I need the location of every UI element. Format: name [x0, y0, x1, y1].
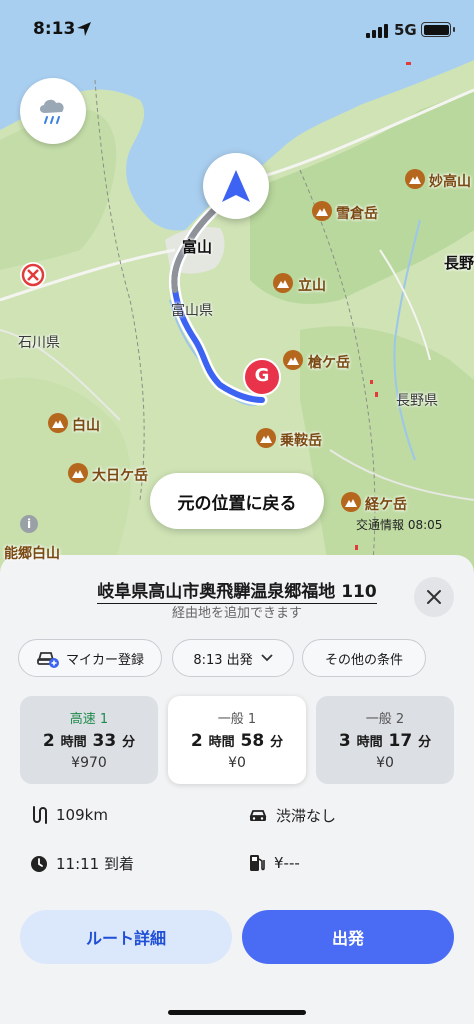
traffic-status: 渋滞なし: [248, 805, 336, 826]
chevron-down-icon: [261, 654, 273, 662]
route-type: 一般 2: [365, 712, 405, 727]
map-label-yukikura: 雪倉岳: [336, 206, 378, 222]
navigation-arrow-icon: [222, 170, 250, 202]
map-label-tateyama: 立山: [298, 278, 326, 294]
fuel-pump-icon: [250, 855, 265, 871]
mountain-icon: [341, 492, 361, 512]
departure-time-label: 8:13 出発: [193, 652, 253, 668]
goal-marker-icon[interactable]: G: [240, 357, 284, 401]
mountain-icon: [68, 463, 88, 483]
close-button[interactable]: [414, 577, 454, 617]
start-button[interactable]: 出発: [242, 910, 454, 964]
route-duration: 3 時間 17 分: [338, 731, 432, 751]
route-detail-button[interactable]: ルート詳細: [20, 910, 232, 964]
goal-marker-label: G: [254, 365, 270, 386]
route-duration: 2 時間 33 分: [42, 731, 136, 751]
route-duration: 2 時間 58 分: [190, 731, 284, 751]
departure-time-chip[interactable]: 8:13 出発: [172, 639, 294, 677]
road-closed-icon: [20, 262, 46, 288]
other-conditions-chip[interactable]: その他の条件: [302, 639, 426, 677]
fuel-cost: ¥---: [248, 853, 300, 873]
map-label-hakusan: 白山: [72, 418, 100, 434]
mountain-icon: [283, 350, 303, 370]
mountain-icon: [273, 273, 293, 293]
map-label-ishikawa-pref: 石川県: [18, 335, 60, 351]
map-label-yarigatake: 槍ケ岳: [308, 355, 350, 371]
mountain-icon: [256, 428, 276, 448]
traffic-icon: [249, 809, 267, 821]
status-time: 8:13: [33, 19, 76, 39]
route-fare: ¥970: [71, 755, 107, 771]
home-indicator[interactable]: [168, 1010, 306, 1015]
destination-title[interactable]: 岐阜県高山市奥飛騨温泉郷福地 110: [0, 577, 474, 604]
route-distance: 109km: [30, 805, 108, 825]
map-label-norikura: 乗鞍岳: [280, 433, 322, 449]
network-type: 5G: [394, 21, 417, 39]
rain-cloud-icon: [39, 99, 64, 124]
route-option-general-1[interactable]: 一般 1 2 時間 58 分 ¥0: [168, 696, 306, 784]
status-bar: 8:13 5G: [0, 0, 474, 58]
weather-rain-button[interactable]: [20, 78, 86, 144]
close-icon: [427, 590, 441, 604]
destination-text[interactable]: 岐阜県高山市奥飛騨温泉郷福地 110: [97, 582, 377, 604]
route-option-general-2[interactable]: 一般 2 3 時間 17 分 ¥0: [316, 696, 454, 784]
route-type: 一般 1: [217, 712, 257, 727]
map-label-dainichi: 大日ケ岳: [92, 468, 148, 484]
clock-icon: [31, 855, 47, 872]
cellular-signal-icon: [366, 24, 388, 38]
route-fare: ¥0: [228, 755, 246, 771]
location-arrow-icon: [77, 22, 91, 36]
register-car-label: マイカー登録: [65, 652, 144, 668]
car-add-icon: [37, 652, 59, 668]
map-label-kyogatake: 経ケ岳: [365, 497, 407, 513]
route-type: 高速 1: [69, 712, 109, 727]
add-waypoint-hint[interactable]: 経由地を追加できます: [0, 602, 474, 621]
battery-icon: [421, 22, 455, 37]
map-view[interactable]: 8:13 5G 富山 富山県 石川県 長野県 長野 妙高山 雪倉岳 立山 槍ケ岳…: [0, 0, 474, 575]
distance-icon: [33, 806, 47, 824]
map-label-nogo: 能郷白山: [4, 546, 60, 562]
return-to-location-button[interactable]: 元の位置に戻る: [150, 473, 324, 529]
traffic-info-timestamp: 交通情報 08:05: [356, 518, 443, 532]
route-sheet: 岐阜県高山市奥飛騨温泉郷福地 110 経由地を追加できます マイカー登録 8:1…: [0, 555, 474, 1024]
mountain-icon: [312, 201, 332, 221]
route-option-highway-1[interactable]: 高速 1 2 時間 33 分 ¥970: [20, 696, 158, 784]
info-icon[interactable]: i: [20, 515, 38, 533]
map-label-toyama-pref: 富山県: [171, 303, 213, 319]
mountain-icon: [405, 169, 425, 189]
other-conditions-label: その他の条件: [324, 652, 403, 668]
route-fare: ¥0: [376, 755, 394, 771]
navigation-heading-button[interactable]: [203, 153, 269, 219]
map-label-nagano-city: 長野: [444, 254, 474, 272]
map-label-toyama-city: 富山: [182, 238, 213, 256]
map-label-nagano-pref: 長野県: [396, 393, 438, 409]
mountain-icon: [48, 413, 68, 433]
arrival-time: 11:11 到着: [30, 853, 134, 874]
map-label-myoko: 妙高山: [429, 174, 471, 190]
register-car-chip[interactable]: マイカー登録: [18, 639, 162, 677]
